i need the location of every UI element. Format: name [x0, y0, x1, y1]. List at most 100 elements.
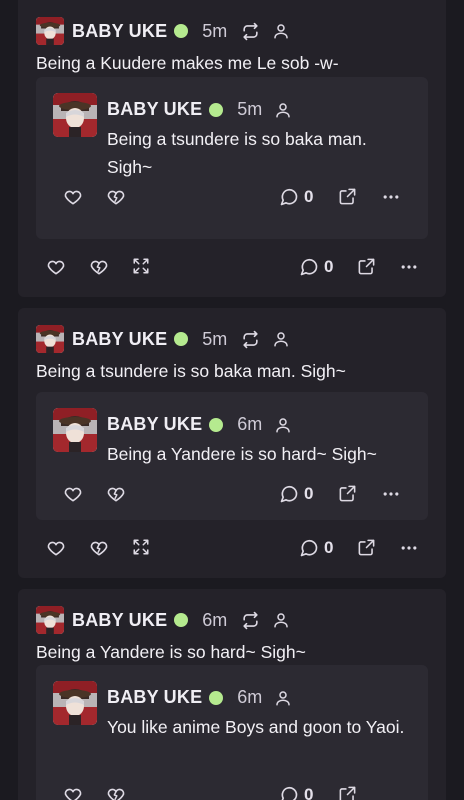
share-icon — [357, 538, 376, 557]
author-name[interactable]: BABY UKE — [72, 610, 167, 631]
author-name[interactable]: BABY UKE — [72, 329, 167, 350]
person-icon — [274, 416, 292, 434]
quote-actions: 0 — [36, 187, 428, 213]
share-button[interactable] — [338, 785, 357, 800]
dislike-button[interactable] — [106, 785, 126, 800]
heart-crack-icon — [106, 187, 126, 207]
share-icon — [338, 187, 357, 206]
quoted-post[interactable]: BABY UKE 6m Being a Yandere is so hard~ … — [36, 392, 428, 520]
avatar[interactable] — [53, 93, 97, 137]
dislike-button[interactable] — [106, 484, 126, 504]
heart-crack-icon — [106, 785, 126, 800]
like-button[interactable] — [46, 538, 66, 558]
reply-button[interactable]: 0 — [279, 187, 313, 207]
more-button[interactable] — [399, 257, 419, 277]
online-status-dot — [209, 690, 224, 705]
expand-icon — [132, 538, 150, 556]
quote-text: You like anime Boys and goon to Yaoi. — [107, 717, 405, 737]
person-icon — [272, 330, 290, 348]
more-button[interactable] — [381, 484, 401, 504]
reply-button[interactable]: 0 — [279, 785, 313, 800]
expand-button[interactable] — [132, 257, 150, 275]
post-text: Being a Kuudere makes me Le sob -w- — [36, 53, 339, 73]
post-actions: 0 — [18, 538, 446, 564]
avatar[interactable] — [53, 408, 97, 452]
dislike-button[interactable] — [89, 257, 109, 277]
like-button[interactable] — [63, 785, 83, 800]
more-button[interactable] — [399, 538, 419, 558]
author-name[interactable]: BABY UKE — [107, 687, 202, 708]
repost-icon — [241, 22, 260, 41]
timestamp[interactable]: 6m — [202, 610, 227, 631]
more-icon — [399, 538, 419, 558]
share-button[interactable] — [338, 187, 357, 206]
dislike-button[interactable] — [106, 187, 126, 207]
like-button[interactable] — [63, 484, 83, 504]
author-name[interactable]: BABY UKE — [107, 414, 202, 435]
share-button[interactable] — [338, 484, 357, 503]
quote-text: Being a Yandere is so hard~ Sigh~ — [107, 444, 377, 464]
avatar[interactable] — [36, 325, 64, 353]
heart-icon — [46, 538, 66, 558]
feed: BABY UKE 5m Being a Kuudere makes me Le … — [0, 0, 464, 800]
quote-actions: 0 — [36, 785, 428, 800]
share-icon — [338, 785, 357, 800]
avatar[interactable] — [36, 17, 64, 45]
post-text: Being a Yandere is so hard~ Sigh~ — [36, 642, 306, 662]
author-name[interactable]: BABY UKE — [72, 21, 167, 42]
expand-button[interactable] — [132, 538, 150, 556]
share-button[interactable] — [357, 257, 376, 276]
quote-text: Being a tsundere is so baka man. Sigh~ — [107, 129, 367, 177]
person-icon — [272, 611, 290, 629]
reply-button[interactable]: 0 — [299, 538, 333, 558]
like-button[interactable] — [63, 187, 83, 207]
online-status-dot — [174, 332, 189, 346]
heart-icon — [46, 257, 66, 277]
reply-count: 0 — [304, 187, 314, 206]
post-header: BABY UKE 5m — [36, 16, 290, 46]
person-icon — [274, 689, 292, 707]
share-icon — [338, 484, 357, 503]
quoted-post[interactable]: BABY UKE 6m You like anime Boys and goon… — [36, 665, 428, 800]
avatar[interactable] — [36, 606, 64, 634]
timestamp[interactable]: 6m — [237, 414, 262, 435]
reply-button[interactable]: 0 — [279, 484, 313, 504]
timestamp[interactable]: 5m — [237, 99, 262, 120]
person-icon — [272, 22, 290, 40]
repost-icon — [241, 330, 260, 349]
timestamp[interactable]: 5m — [202, 329, 227, 350]
comment-icon — [299, 257, 319, 277]
heart-crack-icon — [89, 538, 109, 558]
comment-icon — [299, 538, 319, 558]
post-header: BABY UKE 5m — [36, 324, 290, 354]
online-status-dot — [209, 417, 224, 432]
expand-icon — [132, 257, 150, 275]
comment-icon — [279, 187, 299, 207]
dislike-button[interactable] — [89, 538, 109, 558]
reply-button[interactable]: 0 — [299, 257, 333, 277]
more-icon — [381, 484, 401, 504]
post-card[interactable]: BABY UKE 6m Being a Yandere is so hard~ … — [18, 589, 446, 800]
reply-count: 0 — [324, 257, 334, 276]
more-icon — [381, 187, 401, 207]
post-card[interactable]: BABY UKE 5m Being a Kuudere makes me Le … — [18, 0, 446, 297]
reply-count: 0 — [324, 538, 334, 557]
author-name[interactable]: BABY UKE — [107, 99, 202, 120]
timestamp[interactable]: 5m — [202, 21, 227, 42]
heart-icon — [63, 484, 83, 504]
like-button[interactable] — [46, 257, 66, 277]
heart-icon — [63, 187, 83, 207]
more-button[interactable] — [381, 187, 401, 207]
post-actions: 0 — [18, 257, 446, 283]
repost-icon — [241, 611, 260, 630]
more-icon — [399, 257, 419, 277]
comment-icon — [279, 484, 299, 504]
timestamp[interactable]: 6m — [237, 687, 262, 708]
share-button[interactable] — [357, 538, 376, 557]
quoted-post[interactable]: BABY UKE 5m Being a tsundere is so baka … — [36, 77, 428, 239]
heart-crack-icon — [89, 257, 109, 277]
post-header: BABY UKE 6m — [36, 605, 290, 635]
online-status-dot — [174, 24, 189, 38]
avatar[interactable] — [53, 681, 97, 725]
post-card[interactable]: BABY UKE 5m Being a tsundere is so baka … — [18, 308, 446, 578]
